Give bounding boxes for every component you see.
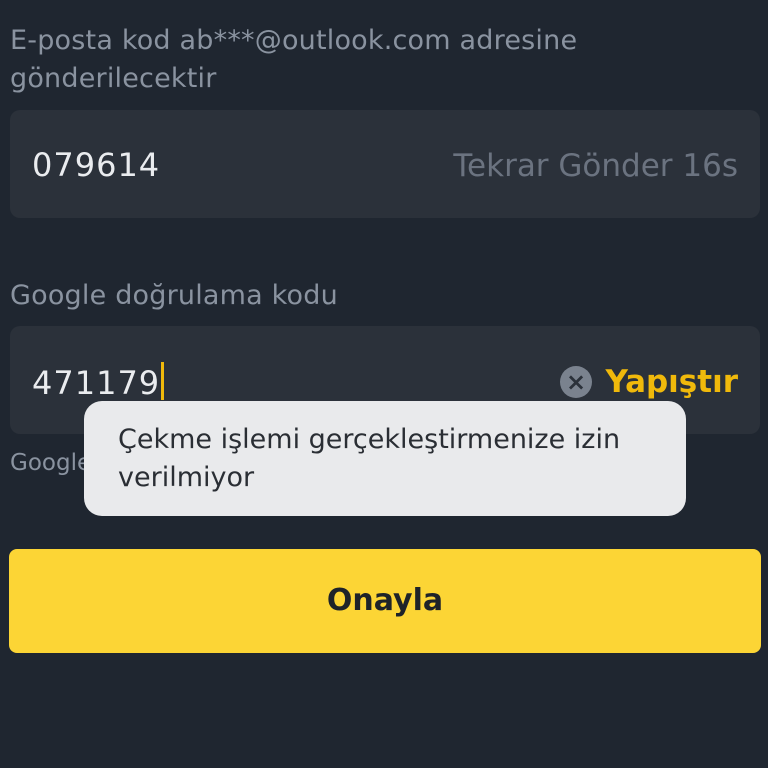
paste-button[interactable]: Yapıştır — [605, 364, 738, 400]
email-code-field[interactable]: 079614 Tekrar Gönder 16s — [10, 110, 760, 218]
verification-screen: E-posta kod ab***@outlook.com adresine g… — [0, 0, 768, 768]
confirm-button[interactable]: Onayla — [9, 549, 761, 653]
email-code-value[interactable]: 079614 — [32, 146, 160, 184]
clear-icon[interactable]: × — [560, 366, 592, 398]
toast-message: Çekme işlemi gerçekleştirmenize izin ver… — [84, 401, 686, 516]
google-code-value: 471179 — [32, 364, 161, 402]
resend-button[interactable]: Tekrar Gönder 16s — [453, 148, 738, 184]
google-code-input[interactable]: 471179 — [32, 362, 165, 402]
google-hint-text: Google — [10, 450, 92, 476]
email-code-label: E-posta kod ab***@outlook.com adresine g… — [10, 25, 578, 94]
google-code-label: Google doğrulama kodu — [10, 280, 338, 311]
text-caret — [161, 362, 165, 400]
